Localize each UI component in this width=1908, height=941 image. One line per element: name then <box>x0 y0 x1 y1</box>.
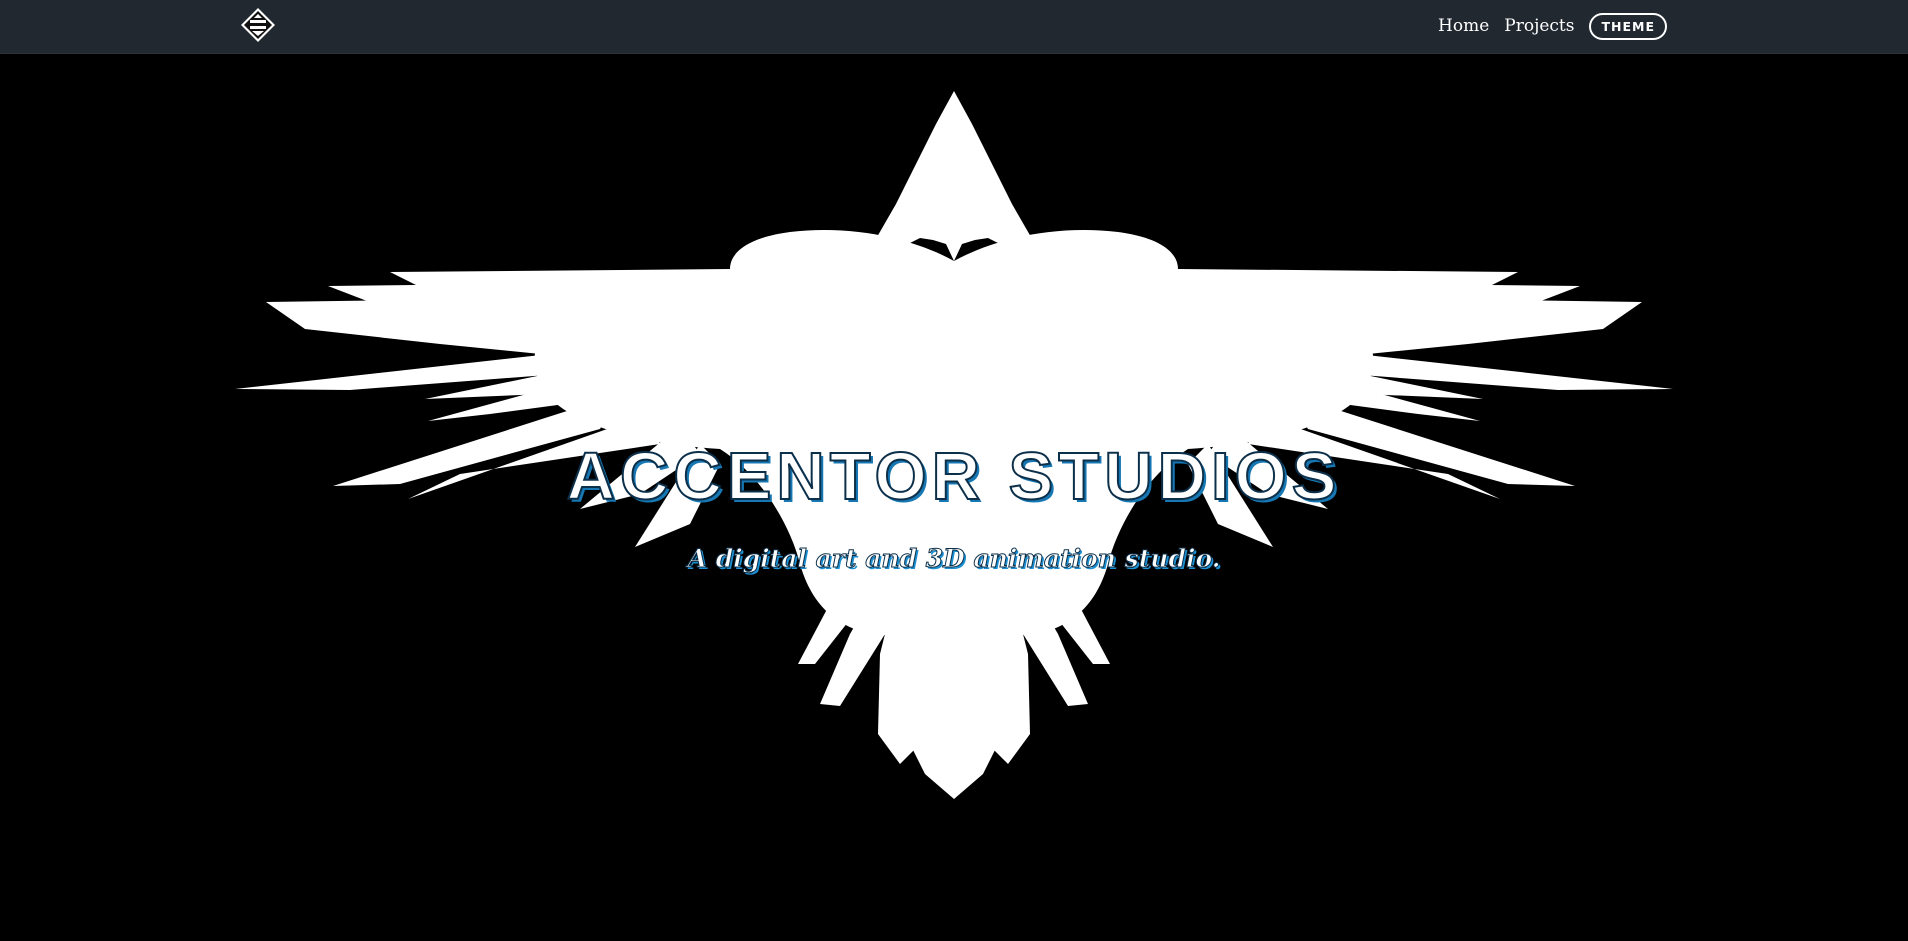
theme-toggle-button[interactable]: THEME <box>1589 12 1667 40</box>
accentor-logo-icon[interactable] <box>240 7 276 43</box>
hero-section: ACCENTOR STUDIOS A digital art and 3D an… <box>0 54 1908 941</box>
nav-link-home[interactable]: Home <box>1438 12 1489 40</box>
nav-link-projects[interactable]: Projects <box>1504 12 1574 40</box>
navbar: Home Projects THEME <box>0 0 1908 54</box>
hero-subtitle: A digital art and 3D animation studio. <box>687 544 1221 574</box>
nav-links: Home Projects THEME <box>1438 12 1667 40</box>
hero-title: ACCENTOR STUDIOS <box>566 438 1342 515</box>
